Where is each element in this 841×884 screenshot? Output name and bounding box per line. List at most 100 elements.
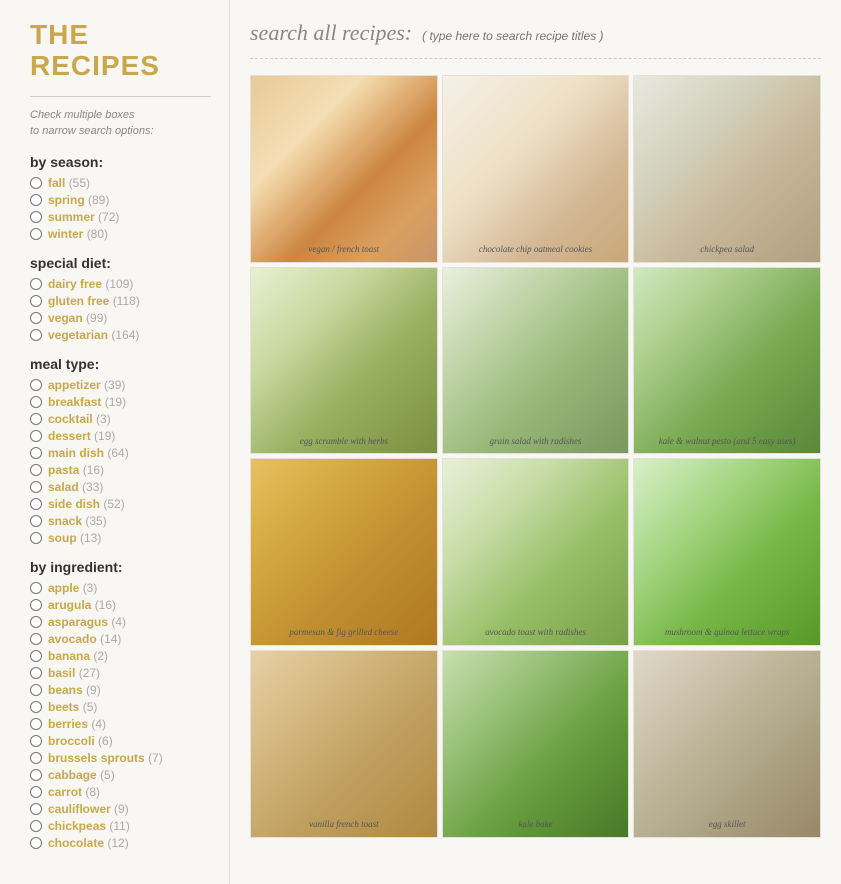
radio-mealtype-appetizer[interactable] [30, 379, 42, 391]
radio-ingredient-cabbage[interactable] [30, 769, 42, 781]
filter-item-season-spring[interactable]: spring (89) [30, 193, 211, 207]
filter-item-season-fall[interactable]: fall (55) [30, 176, 211, 190]
radio-ingredient-beets[interactable] [30, 701, 42, 713]
recipe-card-6[interactable]: kale & walnut pesto (and 5 easy uses) [633, 267, 821, 455]
filter-label: avocado (14) [48, 632, 121, 646]
recipe-food-image: egg skillet [634, 651, 820, 837]
filter-item-ingredient-basil[interactable]: basil (27) [30, 666, 211, 680]
radio-ingredient-brussels-sprouts[interactable] [30, 752, 42, 764]
filter-item-mealtype-appetizer[interactable]: appetizer (39) [30, 378, 211, 392]
recipe-card-8[interactable]: avocado toast with radishes [442, 458, 630, 646]
filter-heading-diet: special diet: [30, 255, 211, 271]
recipe-card-4[interactable]: egg scramble with herbs [250, 267, 438, 455]
radio-mealtype-soup[interactable] [30, 532, 42, 544]
radio-mealtype-breakfast[interactable] [30, 396, 42, 408]
radio-ingredient-cauliflower[interactable] [30, 803, 42, 815]
radio-ingredient-basil[interactable] [30, 667, 42, 679]
radio-season-fall[interactable] [30, 177, 42, 189]
filter-item-season-summer[interactable]: summer (72) [30, 210, 211, 224]
sidebar: THE RECIPES Check multiple boxes to narr… [0, 0, 230, 884]
recipe-card-7[interactable]: parmesan & fig grilled cheese [250, 458, 438, 646]
filter-item-ingredient-beets[interactable]: beets (5) [30, 700, 211, 714]
radio-ingredient-chickpeas[interactable] [30, 820, 42, 832]
filter-item-mealtype-main-dish[interactable]: main dish (64) [30, 446, 211, 460]
filter-item-season-winter[interactable]: winter (80) [30, 227, 211, 241]
recipe-card-11[interactable]: kale bake [442, 650, 630, 838]
recipe-card-label: chocolate chip oatmeal cookies [443, 244, 629, 256]
radio-ingredient-beans[interactable] [30, 684, 42, 696]
radio-ingredient-berries[interactable] [30, 718, 42, 730]
recipe-food-image: mushroom & quinoa lettuce wraps [634, 459, 820, 645]
filter-item-diet-vegan[interactable]: vegan (99) [30, 311, 211, 325]
filter-item-ingredient-broccoli[interactable]: broccoli (6) [30, 734, 211, 748]
radio-ingredient-arugula[interactable] [30, 599, 42, 611]
filter-label: main dish (64) [48, 446, 129, 460]
radio-season-summer[interactable] [30, 211, 42, 223]
radio-season-winter[interactable] [30, 228, 42, 240]
filter-item-mealtype-cocktail[interactable]: cocktail (3) [30, 412, 211, 426]
radio-ingredient-apple[interactable] [30, 582, 42, 594]
radio-ingredient-broccoli[interactable] [30, 735, 42, 747]
filter-item-ingredient-chickpeas[interactable]: chickpeas (11) [30, 819, 211, 833]
radio-diet-vegetarian[interactable] [30, 329, 42, 341]
recipe-card-3[interactable]: chickpea salad [633, 75, 821, 263]
filter-item-mealtype-dessert[interactable]: dessert (19) [30, 429, 211, 443]
radio-mealtype-side-dish[interactable] [30, 498, 42, 510]
recipe-food-image: avocado toast with radishes [443, 459, 629, 645]
filter-label: summer (72) [48, 210, 119, 224]
filter-item-ingredient-apple[interactable]: apple (3) [30, 581, 211, 595]
radio-ingredient-banana[interactable] [30, 650, 42, 662]
radio-diet-vegan[interactable] [30, 312, 42, 324]
recipe-card-1[interactable]: vegan / french toast [250, 75, 438, 263]
filter-item-mealtype-soup[interactable]: soup (13) [30, 531, 211, 545]
recipe-card-2[interactable]: chocolate chip oatmeal cookies [442, 75, 630, 263]
filter-item-ingredient-beans[interactable]: beans (9) [30, 683, 211, 697]
filter-label: appetizer (39) [48, 378, 125, 392]
filter-item-ingredient-brussels-sprouts[interactable]: brussels sprouts (7) [30, 751, 211, 765]
search-input[interactable] [422, 29, 821, 43]
radio-mealtype-pasta[interactable] [30, 464, 42, 476]
recipe-card-10[interactable]: vanilla french toast [250, 650, 438, 838]
recipe-card-5[interactable]: grain salad with radishes [442, 267, 630, 455]
filter-section-ingredient: by ingredient:apple (3)arugula (16)aspar… [30, 559, 211, 850]
filter-item-mealtype-side-dish[interactable]: side dish (52) [30, 497, 211, 511]
filter-label: arugula (16) [48, 598, 116, 612]
filter-item-ingredient-chocolate[interactable]: chocolate (12) [30, 836, 211, 850]
filter-item-ingredient-arugula[interactable]: arugula (16) [30, 598, 211, 612]
filter-item-mealtype-salad[interactable]: salad (33) [30, 480, 211, 494]
radio-ingredient-avocado[interactable] [30, 633, 42, 645]
filter-item-ingredient-asparagus[interactable]: asparagus (4) [30, 615, 211, 629]
filter-item-ingredient-berries[interactable]: berries (4) [30, 717, 211, 731]
filter-item-ingredient-cabbage[interactable]: cabbage (5) [30, 768, 211, 782]
radio-mealtype-cocktail[interactable] [30, 413, 42, 425]
filter-label: berries (4) [48, 717, 106, 731]
search-label: search all recipes: [250, 20, 412, 46]
filter-item-ingredient-carrot[interactable]: carrot (8) [30, 785, 211, 799]
radio-ingredient-asparagus[interactable] [30, 616, 42, 628]
filter-item-diet-vegetarian[interactable]: vegetarian (164) [30, 328, 211, 342]
filter-item-diet-dairy-free[interactable]: dairy free (109) [30, 277, 211, 291]
radio-diet-gluten-free[interactable] [30, 295, 42, 307]
recipe-card-12[interactable]: egg skillet [633, 650, 821, 838]
recipe-card-label: kale & walnut pesto (and 5 easy uses) [634, 436, 820, 448]
filter-item-ingredient-cauliflower[interactable]: cauliflower (9) [30, 802, 211, 816]
radio-diet-dairy-free[interactable] [30, 278, 42, 290]
recipe-card-label: kale bake [443, 819, 629, 831]
radio-mealtype-snack[interactable] [30, 515, 42, 527]
filter-item-diet-gluten-free[interactable]: gluten free (118) [30, 294, 211, 308]
filter-label: dairy free (109) [48, 277, 133, 291]
radio-season-spring[interactable] [30, 194, 42, 206]
filter-item-ingredient-banana[interactable]: banana (2) [30, 649, 211, 663]
radio-mealtype-main-dish[interactable] [30, 447, 42, 459]
filter-item-mealtype-pasta[interactable]: pasta (16) [30, 463, 211, 477]
radio-ingredient-chocolate[interactable] [30, 837, 42, 849]
recipe-card-9[interactable]: mushroom & quinoa lettuce wraps [633, 458, 821, 646]
filter-item-ingredient-avocado[interactable]: avocado (14) [30, 632, 211, 646]
filter-section-diet: special diet: dairy free (109) gluten free… [30, 255, 211, 342]
filter-label: cauliflower (9) [48, 802, 129, 816]
radio-mealtype-salad[interactable] [30, 481, 42, 493]
filter-item-mealtype-breakfast[interactable]: breakfast (19) [30, 395, 211, 409]
filter-item-mealtype-snack[interactable]: snack (35) [30, 514, 211, 528]
radio-ingredient-carrot[interactable] [30, 786, 42, 798]
radio-mealtype-dessert[interactable] [30, 430, 42, 442]
